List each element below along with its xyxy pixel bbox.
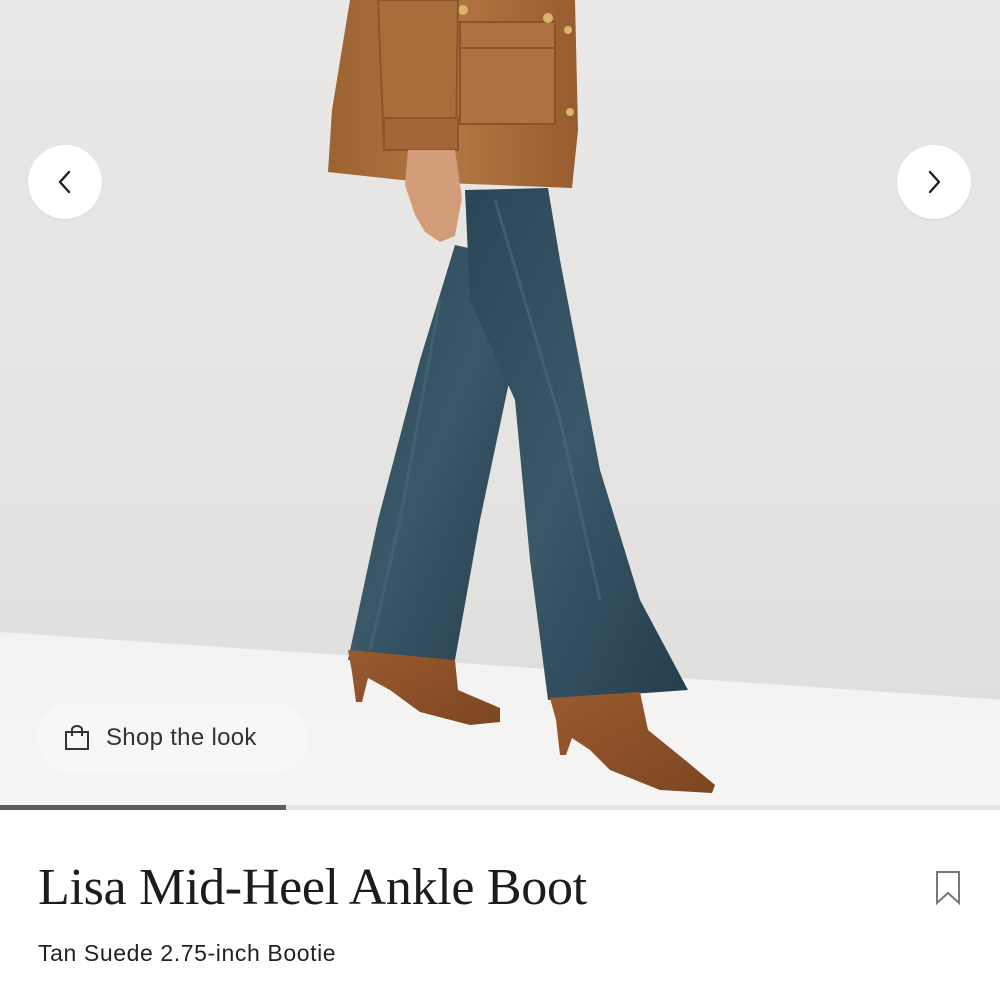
- shop-the-look-button[interactable]: Shop the look: [37, 703, 308, 773]
- hand: [405, 150, 462, 242]
- shopping-bag-icon: [65, 725, 89, 750]
- product-title: Lisa Mid-Heel Ankle Boot: [38, 859, 587, 916]
- next-image-button[interactable]: [897, 145, 971, 219]
- ankle-boot-back: [348, 650, 500, 725]
- ankle-boot-front: [550, 692, 715, 793]
- gallery-progress-bar: [0, 805, 1000, 810]
- product-image-gallery[interactable]: Shop the look: [0, 0, 1000, 810]
- previous-image-button[interactable]: [28, 145, 102, 219]
- bookmark-icon[interactable]: [933, 870, 963, 906]
- chevron-right-icon: [928, 170, 941, 194]
- product-subtitle: Tan Suede 2.75-inch Bootie: [38, 940, 337, 966]
- jeans-front-leg: [465, 188, 688, 700]
- product-photo: [328, 0, 715, 793]
- shop-the-look-label: Shop the look: [106, 724, 257, 751]
- gallery-progress-fill: [0, 805, 286, 810]
- chevron-left-icon: [58, 170, 71, 194]
